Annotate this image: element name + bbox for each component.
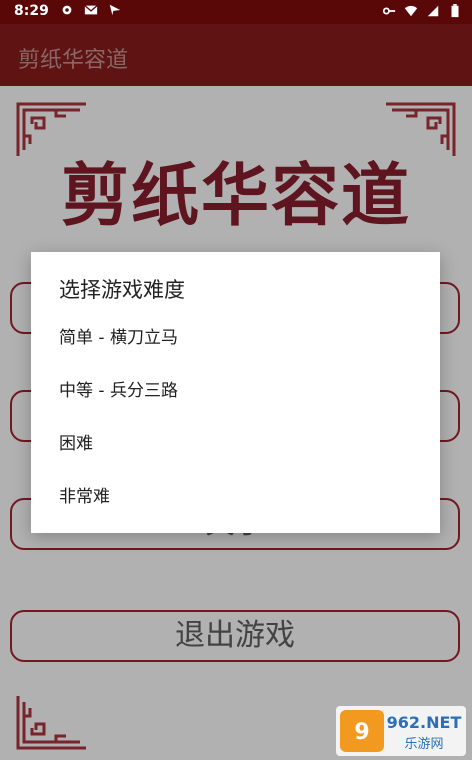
difficulty-dialog: 选择游戏难度 简单 - 横刀立马 中等 - 兵分三路 困难 非常难 bbox=[31, 252, 440, 533]
status-notification-icons bbox=[60, 3, 122, 17]
watermark-brand-number: 9 bbox=[354, 720, 369, 745]
status-bar: 8:29 bbox=[0, 0, 472, 24]
difficulty-option-medium[interactable]: 中等 - 兵分三路 bbox=[31, 365, 440, 417]
settings-gear-icon bbox=[62, 5, 72, 15]
wifi-icon bbox=[404, 5, 418, 17]
status-time: 8:29 bbox=[14, 3, 49, 19]
dialog-title: 选择游戏难度 bbox=[59, 278, 185, 302]
key-icon bbox=[382, 7, 396, 15]
difficulty-option-easy[interactable]: 简单 - 横刀立马 bbox=[31, 312, 440, 364]
watermark-subtitle: 乐游网 bbox=[404, 737, 443, 752]
signal-icon bbox=[427, 5, 439, 17]
battery-icon bbox=[451, 4, 459, 18]
watermark-logo: 9 962.NET 乐游网 bbox=[336, 706, 466, 756]
send-icon bbox=[109, 4, 121, 16]
difficulty-option-very-hard[interactable]: 非常难 bbox=[31, 471, 440, 523]
difficulty-option-hard[interactable]: 困难 bbox=[31, 418, 440, 470]
watermark-brand: 962.NET bbox=[387, 713, 462, 732]
mail-icon bbox=[84, 5, 98, 15]
status-system-icons bbox=[382, 4, 462, 18]
